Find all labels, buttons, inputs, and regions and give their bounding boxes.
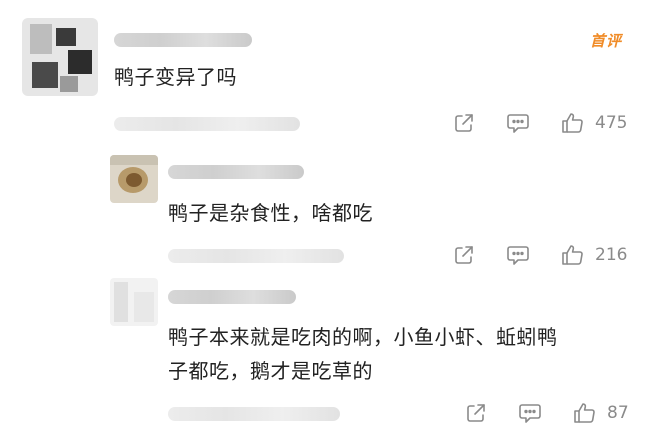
comment-meta: [168, 249, 344, 263]
comment-icon: [506, 112, 530, 134]
reply-button[interactable]: [518, 402, 542, 424]
share-button[interactable]: [453, 112, 475, 134]
like-count: 475: [595, 113, 628, 133]
share-icon: [453, 112, 475, 134]
avatar[interactable]: [110, 155, 158, 203]
thumbs-up-icon: [561, 112, 585, 134]
username[interactable]: [168, 165, 304, 179]
reply-text-line-2: 子都吃，鹅才是吃草的: [168, 359, 373, 383]
like-button[interactable]: 475: [561, 112, 627, 134]
like-count: 216: [595, 245, 628, 265]
reply-button[interactable]: [506, 112, 530, 134]
share-button[interactable]: [465, 402, 487, 424]
share-icon: [453, 244, 475, 266]
comment-text: 鸭子变异了吗: [114, 65, 237, 89]
thumbs-up-icon: [561, 244, 585, 266]
comment-icon: [506, 244, 530, 266]
reply-text: 鸭子是杂食性，啥都吃: [168, 201, 373, 225]
avatar[interactable]: [22, 18, 98, 96]
reply-button[interactable]: [506, 244, 530, 266]
share-icon: [465, 402, 487, 424]
comment-meta: [114, 117, 300, 131]
like-button[interactable]: 216: [561, 244, 627, 266]
username[interactable]: [114, 33, 252, 47]
reply-text-line-1: 鸭子本来就是吃肉的啊，小鱼小虾、蚯蚓鸭: [168, 325, 558, 349]
share-button[interactable]: [453, 244, 475, 266]
avatar[interactable]: [110, 278, 158, 326]
like-button[interactable]: 87: [573, 402, 629, 424]
comment-icon: [518, 402, 542, 424]
thumbs-up-icon: [573, 402, 597, 424]
comment-meta: [168, 407, 340, 421]
first-comment-badge: 首评: [590, 32, 623, 50]
like-count: 87: [607, 403, 629, 423]
username[interactable]: [168, 290, 296, 304]
